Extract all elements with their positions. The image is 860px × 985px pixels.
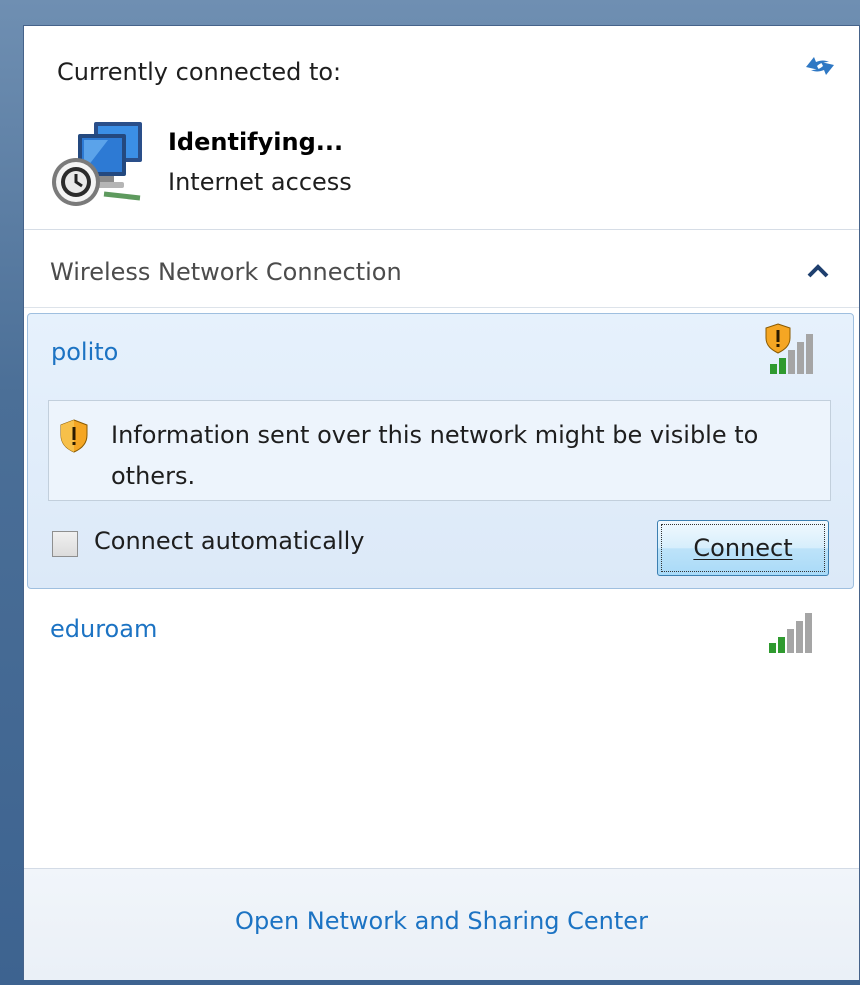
network-flyout: Currently connected to: Identifying... I…	[23, 25, 860, 980]
security-warning: Information sent over this network might…	[48, 400, 831, 501]
section-title: Wireless Network Connection	[50, 258, 402, 286]
connect-button[interactable]: Connect	[657, 520, 829, 576]
divider	[24, 229, 859, 230]
warning-text: Information sent over this network might…	[111, 421, 759, 490]
divider	[24, 307, 859, 308]
connect-automatically-checkbox[interactable]	[52, 531, 78, 557]
signal-strength-icon	[769, 613, 812, 653]
shield-warning-icon	[60, 419, 88, 453]
focus-ring	[661, 524, 825, 572]
currently-connected-label: Currently connected to:	[57, 58, 342, 86]
connection-status: Internet access	[168, 168, 352, 196]
connection-name: Identifying...	[168, 128, 344, 156]
collapse-section-button[interactable]	[804, 258, 832, 284]
connect-automatically-label[interactable]: Connect automatically	[94, 527, 364, 555]
refresh-arrows-icon	[806, 57, 834, 75]
network-item-polito[interactable]: polito Information sent over this networ…	[27, 313, 854, 589]
network-identifying-icon	[52, 122, 142, 206]
open-network-sharing-center-link[interactable]: Open Network and Sharing Center	[24, 907, 859, 935]
network-name: polito	[51, 338, 119, 366]
network-item-eduroam[interactable]: eduroam	[50, 615, 157, 643]
chevron-up-icon	[807, 264, 829, 278]
signal-strength-warning-icon	[765, 323, 813, 374]
flyout-footer: Open Network and Sharing Center	[24, 868, 859, 980]
refresh-button[interactable]	[800, 48, 840, 84]
